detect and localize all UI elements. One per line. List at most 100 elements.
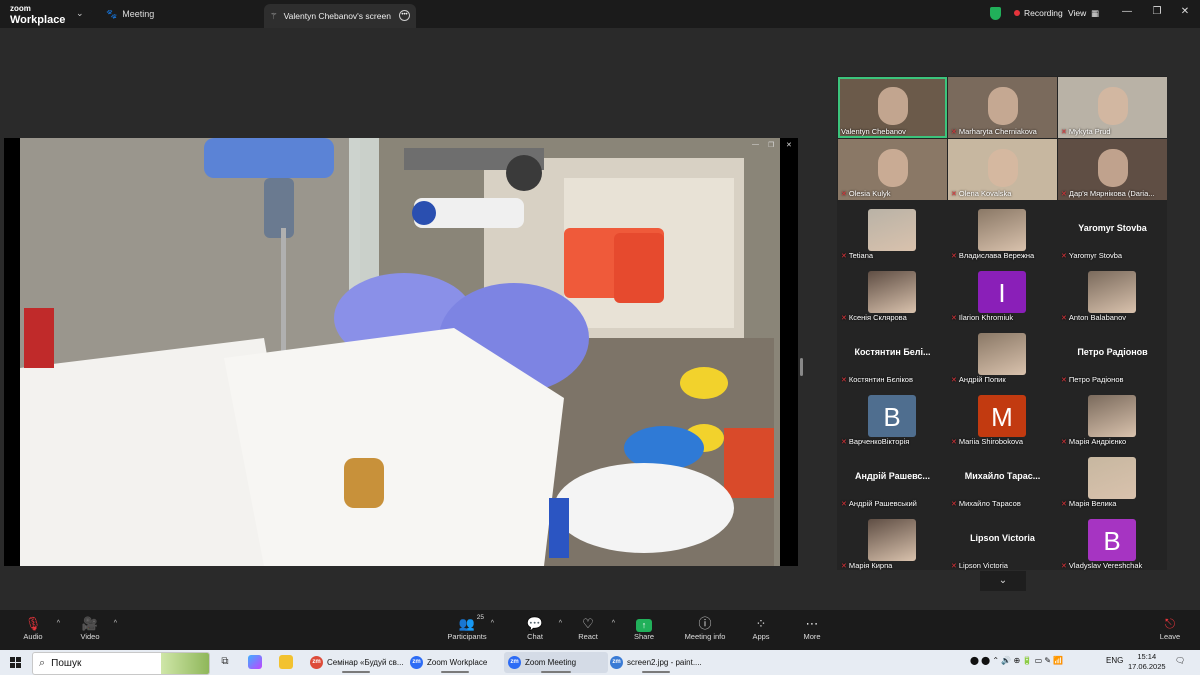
participant-name: ✕ Михайло Тарасов xyxy=(951,499,1021,508)
participants-button[interactable]: 👥 25 Participants ^ xyxy=(442,614,494,641)
participant-name: ✕ Mykyta Prud xyxy=(1061,127,1111,136)
react-button[interactable]: ♡ React ^ xyxy=(563,616,615,641)
caret-up-icon[interactable]: ^ xyxy=(491,620,494,627)
participant-tile[interactable]: ✕ Marharyta Cherniakova xyxy=(948,77,1057,138)
chat-label: Chat xyxy=(527,632,543,641)
apps-button[interactable]: ⁘ Apps xyxy=(736,616,786,641)
taskbar-app[interactable]: zm Семінар «Будуй св... xyxy=(306,652,406,673)
meeting-tab[interactable]: 🐾 Meeting xyxy=(106,6,154,22)
participant-tile[interactable]: ✕ Марія Велика xyxy=(1058,449,1167,510)
microphone-muted-icon: ✕ xyxy=(1061,562,1067,570)
participant-name: ✕ Марія Андрієнко xyxy=(1061,437,1126,446)
notifications-icon[interactable]: 🗨 xyxy=(1175,656,1185,665)
participant-name: ✕ Ксенія Склярова xyxy=(841,313,907,322)
chevron-down-icon[interactable]: ⌄ xyxy=(76,8,84,19)
participant-tile[interactable]: ✕ Tetiana xyxy=(838,201,947,262)
gallery-next-page-button[interactable]: ⌄ xyxy=(980,571,1026,591)
participant-tile[interactable]: ✕ Андрій Попик xyxy=(948,325,1057,386)
participant-tile[interactable]: B ✕ ВарченкоВікторія xyxy=(838,387,947,448)
copilot-icon[interactable] xyxy=(248,655,262,669)
participant-tile[interactable]: M ✕ Mariia Shirobokova xyxy=(948,387,1057,448)
microphone-muted-icon: ✕ xyxy=(951,376,957,384)
participant-tile[interactable]: ✕ Марія Андрієнко xyxy=(1058,387,1167,448)
microphone-muted-icon: ✕ xyxy=(841,562,847,570)
minimize-icon[interactable]: — xyxy=(1120,6,1134,17)
avatar-initial: I xyxy=(978,271,1026,313)
caret-up-icon[interactable]: ^ xyxy=(559,620,562,627)
participant-tile[interactable]: ✕ Ксенія Склярова xyxy=(838,263,947,324)
shared-screen-view[interactable]: — ❐ ✕ xyxy=(4,138,798,566)
microphone-muted-icon: ✕ xyxy=(1061,128,1067,136)
participant-name: ✕ Lipson Victoria xyxy=(951,561,1008,570)
resize-handle[interactable] xyxy=(800,358,803,376)
more-icon: ⋯ xyxy=(805,616,819,631)
meeting-toolbar: 🎙 Audio ^ 🎥 Video ^ 👥 25 Participants ^ … xyxy=(0,610,1200,650)
participant-tile[interactable]: Lipson Victoria ✕ Lipson Victoria xyxy=(948,511,1057,572)
windows-start-icon[interactable] xyxy=(10,657,21,668)
participant-tile[interactable]: ✕ Olena Kovalska xyxy=(948,139,1057,200)
paw-icon: 🐾 xyxy=(106,8,118,19)
participant-tile[interactable]: Yaromyr Stovba ✕ Yaromyr Stovba xyxy=(1058,201,1167,262)
share-button[interactable]: ↑ Share xyxy=(619,616,669,641)
participant-tile[interactable]: Михайло Тарас... ✕ Михайло Тарасов xyxy=(948,449,1057,510)
language-indicator[interactable]: ENG xyxy=(1106,656,1123,665)
chat-button[interactable]: 💬 Chat ^ xyxy=(510,616,562,641)
participant-tile[interactable]: I ✕ Ilarion Khromiuk xyxy=(948,263,1057,324)
apps-label: Apps xyxy=(752,632,770,641)
restore-icon[interactable]: ❐ xyxy=(1150,6,1164,17)
participant-display-name: Yaromyr Stovba xyxy=(1078,223,1147,233)
participant-tile[interactable]: ✕ Mykyta Prud xyxy=(1058,77,1167,138)
taskbar-app[interactable]: zm Zoom Meeting xyxy=(504,652,608,673)
participant-tile[interactable]: ✕ Olesia Kulyk xyxy=(838,139,947,200)
minimize-icon[interactable]: — xyxy=(752,141,759,148)
task-view-icon[interactable]: ⧉ xyxy=(218,655,232,669)
encryption-shield-icon[interactable] xyxy=(990,7,1001,20)
microphone-muted-icon: ✕ xyxy=(1061,252,1067,260)
participant-name: ✕ Андрій Рашевський xyxy=(841,499,917,508)
participant-tile[interactable]: ✕ Anton Balabanov xyxy=(1058,263,1167,324)
participant-display-name: Михайло Тарас... xyxy=(964,471,1041,481)
participant-tile[interactable]: Андрій Рашевс... ✕ Андрій Рашевський xyxy=(838,449,947,510)
leave-button[interactable]: ⎋ Leave xyxy=(1145,616,1195,641)
microphone-muted-icon: ✕ xyxy=(951,314,957,322)
meeting-tab-label: Meeting xyxy=(122,9,155,19)
taskbar-search[interactable]: ⌕ Пошук xyxy=(32,652,210,675)
caret-up-icon[interactable]: ^ xyxy=(114,620,117,627)
participant-tile[interactable]: ✕ Марія Кирпа xyxy=(838,511,947,572)
microphone-muted-icon: 🎙 xyxy=(24,616,42,631)
caret-up-icon[interactable]: ^ xyxy=(612,620,615,627)
close-icon[interactable]: ✕ xyxy=(786,141,792,149)
taskbar-app[interactable]: zm screen2.jpg - paint.... xyxy=(606,652,706,673)
participant-tile[interactable]: ✕ Владислава Вережна xyxy=(948,201,1057,262)
participant-tile[interactable]: Костянтин Белі... ✕ Костянтин Бєліков xyxy=(838,325,947,386)
taskbar-app-label: Zoom Workplace xyxy=(427,658,488,667)
shared-screen-tab[interactable]: ⚚ Valentyn Chebanov's screen ••• xyxy=(264,4,416,28)
video-button[interactable]: 🎥 Video ^ xyxy=(65,616,117,641)
view-button[interactable]: View ▦ xyxy=(1068,8,1099,19)
participant-tile[interactable]: B ✕ Vladyslav Vereshchak xyxy=(1058,511,1167,572)
participant-tile[interactable]: Valentyn Chebanov xyxy=(838,77,947,138)
meeting-info-button[interactable]: ⓘ Meeting info xyxy=(680,616,730,641)
audio-button[interactable]: 🎙 Audio ^ xyxy=(8,616,60,641)
participant-tile[interactable]: ✕ Дар'я Мярнікова (Daria... xyxy=(1058,139,1167,200)
avatar-initial: B xyxy=(1088,519,1136,561)
running-indicator xyxy=(441,671,469,673)
file-explorer-icon[interactable] xyxy=(279,655,293,669)
restore-icon[interactable]: ❐ xyxy=(768,141,774,149)
participant-video xyxy=(1098,87,1128,125)
taskbar-app[interactable]: zm Zoom Workplace xyxy=(406,652,504,673)
microphone-muted-icon: ✕ xyxy=(951,252,957,260)
microphone-muted-icon: ✕ xyxy=(951,500,957,508)
tray-icons[interactable]: ⬤ ⬤ ⌃ 🔊 ⊕ 🔋 ▭ ✎ 📶 xyxy=(970,656,1063,665)
more-button[interactable]: ⋯ More xyxy=(787,616,837,641)
participant-name-label: Марія Андрієнко xyxy=(1068,437,1127,446)
close-icon[interactable]: ✕ xyxy=(1178,6,1192,17)
caret-up-icon[interactable]: ^ xyxy=(57,620,60,627)
participant-tile[interactable]: Петро Радіонов ✕ Петро Радіонов xyxy=(1058,325,1167,386)
participant-name-label: Михайло Тарасов xyxy=(958,499,1021,508)
avatar xyxy=(978,209,1026,251)
participant-name-label: Марія Кирпа xyxy=(848,561,893,570)
more-options-icon[interactable]: ••• xyxy=(399,10,410,21)
recording-indicator[interactable]: Recording xyxy=(1014,8,1063,18)
clock[interactable]: 15:14 17.06.2025 xyxy=(1128,652,1166,672)
